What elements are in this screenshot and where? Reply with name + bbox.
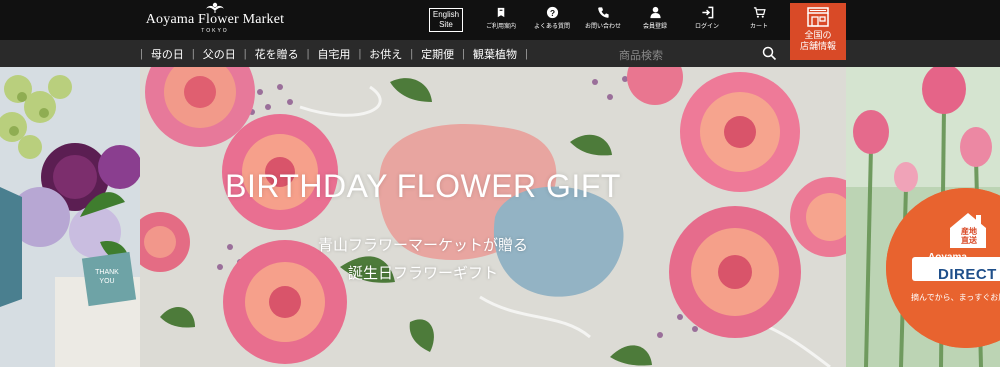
thank-tag-line2: YOU bbox=[99, 278, 114, 285]
util-register-label: 会員登録 bbox=[642, 24, 667, 30]
house-line1: 産地 bbox=[961, 227, 977, 236]
login-icon bbox=[701, 6, 713, 19]
top-header: Aoyama Flower Market TOKYO English Site … bbox=[0, 0, 1000, 40]
direct-house-icon: 産地 直送 bbox=[946, 210, 990, 250]
util-login-button[interactable]: ログイン bbox=[684, 6, 730, 31]
nav-houseplants[interactable]: 観葉植物 bbox=[473, 46, 517, 62]
direct-word: DIRECT bbox=[938, 266, 997, 283]
nav-subscription[interactable]: 定期便 bbox=[421, 46, 454, 62]
nav-mothers-day[interactable]: 母の日 bbox=[151, 46, 184, 62]
logo-sub: TOKYO bbox=[201, 28, 229, 34]
member-icon bbox=[649, 6, 661, 19]
util-cart-button[interactable]: カート bbox=[736, 6, 782, 31]
store-icon bbox=[807, 7, 829, 27]
nav-offerings[interactable]: お供え bbox=[369, 46, 402, 62]
phone-icon bbox=[597, 7, 609, 18]
hero-subline-2: 誕生日フラワーギフト bbox=[347, 266, 498, 282]
site-logo[interactable]: Aoyama Flower Market TOKYO bbox=[140, 0, 290, 40]
main-nav: | 母の日 | 父の日 | 花を贈る | 自宅用 | お供え | 定期便 | 観… bbox=[140, 46, 528, 62]
direct-caption: 摘んでから、まっすぐお届け bbox=[911, 293, 1000, 302]
english-site-link[interactable]: English Site bbox=[429, 8, 463, 32]
hero-carousel: THANK YOU bbox=[0, 67, 1000, 367]
direct-brand: Aoyama bbox=[928, 252, 967, 263]
store-line1: 全国の bbox=[804, 30, 832, 40]
hero-headline: BIRTHDAY FLOWER GIFT bbox=[225, 168, 621, 204]
english-line2: Site bbox=[439, 20, 453, 29]
hero-prev-slide[interactable]: THANK YOU bbox=[0, 67, 140, 367]
util-contact-label: お問い合わせ bbox=[584, 24, 621, 30]
hero-subline-1: 青山フラワーマーケットが贈る bbox=[317, 238, 528, 254]
store-info-button[interactable]: 全国の 店舗情報 bbox=[790, 3, 846, 60]
main-nav-bar: | 母の日 | 父の日 | 花を贈る | 自宅用 | お供え | 定期便 | 観… bbox=[0, 40, 1000, 67]
util-cart-label: カート bbox=[749, 24, 768, 30]
util-guide-button[interactable]: ご利用案内 bbox=[478, 6, 524, 31]
house-line2: 直送 bbox=[961, 236, 977, 245]
util-contact-button[interactable]: お問い合わせ bbox=[580, 6, 626, 31]
util-login-label: ログイン bbox=[694, 24, 719, 30]
hero-main-slide[interactable] bbox=[140, 67, 846, 367]
logo-name: Aoyama Flower Market bbox=[145, 12, 285, 27]
nav-fathers-day[interactable]: 父の日 bbox=[203, 46, 236, 62]
cart-icon bbox=[753, 7, 766, 18]
english-line1: English bbox=[432, 10, 460, 19]
search-input[interactable]: 商品検索 bbox=[619, 44, 781, 63]
nav-home-use[interactable]: 自宅用 bbox=[317, 46, 350, 62]
search-placeholder: 商品検索 bbox=[619, 50, 663, 62]
thank-tag-line1: THANK bbox=[95, 269, 119, 276]
util-faq-button[interactable]: ? よくある質問 bbox=[529, 6, 575, 31]
store-line2: 店舗情報 bbox=[799, 41, 836, 51]
search-icon[interactable] bbox=[762, 46, 777, 61]
dahlia-arrangement-image bbox=[140, 67, 846, 367]
svg-text:?: ? bbox=[549, 8, 554, 18]
nav-gift-flowers[interactable]: 花を贈る bbox=[255, 46, 299, 62]
util-register-button[interactable]: 会員登録 bbox=[632, 6, 678, 31]
guide-icon bbox=[497, 7, 504, 18]
util-guide-label: ご利用案内 bbox=[485, 24, 516, 30]
faq-icon: ? bbox=[546, 6, 558, 19]
util-faq-label: よくある質問 bbox=[533, 24, 570, 30]
green-bouquet-image: THANK YOU bbox=[0, 67, 140, 367]
